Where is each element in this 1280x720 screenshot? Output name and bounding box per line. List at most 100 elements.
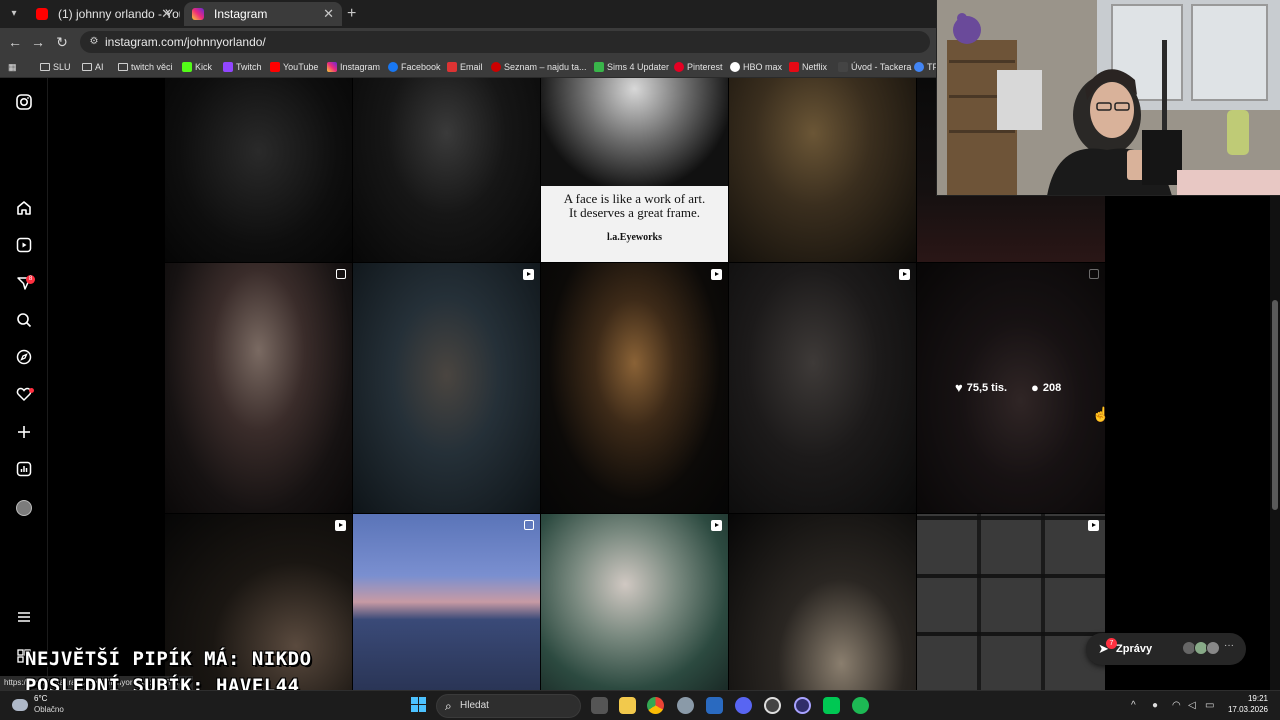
webcam-feed — [937, 0, 1280, 195]
battery-icon[interactable]: ▭ — [1205, 699, 1214, 713]
reels-icon[interactable] — [14, 237, 34, 257]
ad-headline-2: It deserves a great frame. — [568, 205, 700, 220]
email-icon — [447, 62, 457, 72]
post-tile-ad[interactable]: A face is like a work of art. It deserve… — [541, 78, 728, 262]
taskbar-search[interactable]: ⌕ Hledat — [436, 694, 581, 718]
instagram-sidebar: 8 — [0, 78, 48, 690]
messages-button-label: Zprávy — [1116, 643, 1153, 655]
bookmark-hbo-max[interactable]: HBO max — [730, 56, 782, 78]
search-icon[interactable] — [14, 312, 34, 332]
comment-icon: ● — [1031, 380, 1039, 395]
post-tile[interactable] — [541, 263, 728, 513]
task-view-icon[interactable] — [591, 697, 608, 714]
bookmark-email[interactable]: Email — [447, 56, 483, 78]
reel-icon — [899, 269, 910, 280]
back-button[interactable]: ← — [5, 32, 25, 52]
forward-button[interactable]: → — [28, 32, 48, 52]
bookmark-sims4-updater[interactable]: Sims 4 Updater — [594, 56, 669, 78]
tab-youtube[interactable]: (1) johnny orlando - YouTube ✕ — [28, 2, 180, 26]
post-tile[interactable] — [729, 78, 916, 262]
folder-icon — [118, 63, 128, 71]
new-tab-button[interactable]: + — [347, 4, 356, 24]
weather-temperature[interactable]: 6°C — [34, 694, 47, 704]
discord-icon[interactable] — [735, 697, 752, 714]
post-tile[interactable] — [353, 514, 540, 690]
bookmark-uvod-tackera[interactable]: Úvod - Tackera — [838, 56, 911, 78]
close-tab-icon[interactable]: ✕ — [323, 2, 334, 26]
menu-icon[interactable] — [14, 609, 34, 629]
bookmark-kick[interactable]: Kick — [182, 56, 212, 78]
webcam-overlay — [936, 0, 1280, 196]
bookmark-twitch[interactable]: Twitch — [223, 56, 262, 78]
avatar — [1206, 641, 1220, 655]
post-tile[interactable] — [165, 78, 352, 262]
profile-avatar[interactable] — [16, 500, 32, 516]
microphone-icon[interactable]: ● — [1152, 699, 1158, 713]
tray-overflow-icon[interactable]: ^ — [1131, 699, 1136, 713]
photos-icon[interactable] — [706, 697, 723, 714]
reload-button[interactable]: ↻ — [52, 32, 72, 52]
folder-icon — [82, 63, 92, 71]
streamlabs-icon[interactable] — [823, 697, 840, 714]
tab-instagram[interactable]: Instagram ✕ — [184, 2, 342, 26]
taskbar-date[interactable]: 17.03.2026 — [1228, 705, 1268, 715]
youtube-icon — [270, 62, 280, 72]
post-tile[interactable] — [729, 514, 916, 690]
bookmark-youtube[interactable]: YouTube — [270, 56, 318, 78]
messages-button[interactable]: ➤ 7 Zprávy ··· — [1086, 633, 1246, 665]
post-tile[interactable] — [917, 514, 1105, 690]
hbo-max-icon — [730, 62, 740, 72]
post-tile[interactable] — [541, 514, 728, 690]
bookmark-pinterest[interactable]: Pinterest — [674, 56, 723, 78]
tab-search-chevron-icon[interactable]: ▾ — [6, 6, 22, 22]
wifi-icon[interactable]: ◠ — [1172, 699, 1181, 713]
dashboard-icon[interactable] — [14, 461, 34, 481]
taskbar-time[interactable]: 19:21 — [1248, 694, 1268, 704]
reel-icon — [711, 269, 722, 280]
steam-icon[interactable] — [764, 697, 781, 714]
site-info-icon[interactable]: ⚙ — [87, 35, 101, 49]
post-tile[interactable] — [353, 78, 540, 262]
bookmark-instagram[interactable]: Instagram — [327, 56, 380, 78]
ad-brand-logo: l.a.Eyeworks — [607, 232, 662, 243]
address-bar[interactable]: ⚙ instagram.com/johnnyorlando/ — [80, 31, 930, 53]
url-text: instagram.com/johnnyorlando/ — [105, 35, 266, 49]
apps-grid-icon[interactable]: ▦ — [8, 56, 17, 78]
reel-icon — [335, 520, 346, 531]
close-tab-icon[interactable]: ✕ — [161, 2, 172, 26]
post-tile[interactable] — [353, 263, 540, 513]
weather-description[interactable]: Oblačno — [34, 705, 64, 715]
post-tile-hovered[interactable]: ♥ 75,5 tis. ● 208 — [917, 263, 1105, 513]
post-tile[interactable] — [729, 263, 916, 513]
bookmark-twitch-veci[interactable]: twitch věci — [118, 56, 173, 78]
tv-wall-photo — [917, 514, 1105, 690]
obs-icon[interactable] — [794, 697, 811, 714]
windows-start-icon[interactable] — [411, 697, 427, 713]
cloud-icon[interactable] — [12, 699, 28, 711]
bookmark-seznam[interactable]: Seznam – najdu ta... — [491, 56, 587, 78]
settings-icon[interactable] — [677, 697, 694, 714]
spotify-icon[interactable] — [852, 697, 869, 714]
scrollbar-thumb[interactable] — [1272, 300, 1278, 510]
bookmark-facebook[interactable]: Facebook — [388, 56, 441, 78]
instagram-logo-icon[interactable] — [14, 94, 34, 114]
tackera-icon — [838, 62, 848, 72]
explore-icon[interactable] — [14, 349, 34, 369]
google-icon — [914, 62, 924, 72]
post-tile[interactable] — [165, 263, 352, 513]
bookmark-netflix[interactable]: Netflix — [789, 56, 827, 78]
reel-icon — [711, 520, 722, 531]
bookmark-slu[interactable]: SLU — [40, 56, 71, 78]
reel-icon — [1088, 520, 1099, 531]
volume-icon[interactable]: ◁ — [1188, 699, 1196, 713]
create-icon[interactable] — [14, 424, 34, 444]
chrome-icon[interactable] — [647, 697, 664, 714]
bookmark-ai[interactable]: AI — [82, 56, 104, 78]
folder-icon — [40, 63, 50, 71]
file-explorer-icon[interactable] — [619, 697, 636, 714]
carousel-icon — [336, 269, 346, 279]
instagram-icon — [327, 62, 337, 72]
bookmark-tp[interactable]: TP — [914, 56, 939, 78]
notifications-dot — [29, 388, 34, 393]
home-icon[interactable] — [14, 200, 34, 220]
